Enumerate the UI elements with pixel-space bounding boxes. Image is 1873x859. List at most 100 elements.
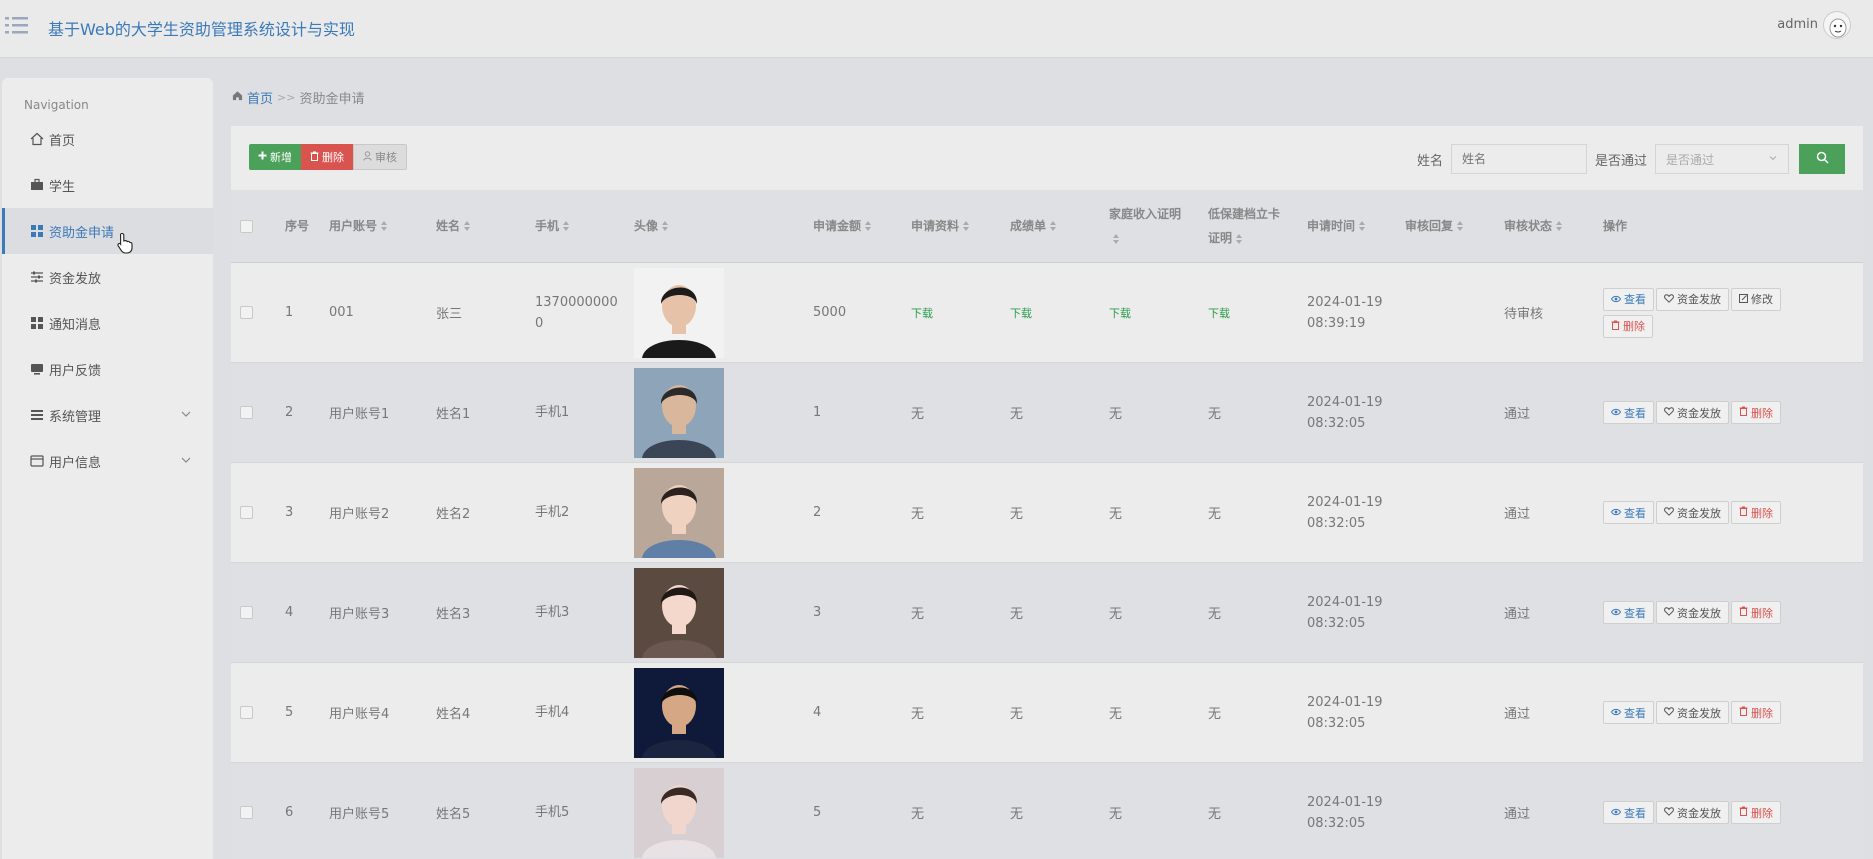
col-header-transcript[interactable]: 成绩单 (1010, 190, 1057, 262)
user-name[interactable]: admin (1777, 17, 1818, 32)
fund-distribute-button[interactable]: 资金发放 (1656, 501, 1729, 524)
row-checkbox-cell[interactable] (240, 563, 253, 662)
delete-button[interactable]: 删除 (301, 144, 353, 170)
select-all-checkbox[interactable] (240, 219, 253, 233)
cell-card[interactable]: 下载 (1208, 263, 1230, 362)
sidebar-item-user-info[interactable]: 用户信息 (2, 438, 213, 484)
sort-icon[interactable] (865, 221, 872, 231)
cell-phone: 手机1 (535, 405, 570, 420)
sort-icon[interactable] (1457, 221, 1464, 231)
avatar-photo[interactable] (634, 667, 724, 758)
sidebar-item-label: 学生 (49, 179, 76, 195)
col-header-amount[interactable]: 申请金额 (813, 190, 872, 262)
delete-row-button[interactable]: 删除 (1731, 401, 1781, 424)
sort-icon[interactable] (563, 221, 570, 231)
audit-button[interactable]: 审核 (353, 144, 407, 170)
sidebar-item-students[interactable]: 学生 (2, 162, 213, 208)
avatar-photo[interactable] (634, 767, 724, 858)
fund-distribute-button[interactable]: 资金发放 (1656, 801, 1729, 824)
view-button[interactable]: 查看 (1603, 601, 1654, 624)
user-avatar[interactable] (1823, 11, 1851, 39)
sort-icon[interactable] (1113, 233, 1120, 244)
view-button[interactable]: 查看 (1603, 801, 1654, 824)
cell-phone: 手机5 (535, 805, 570, 820)
sidebar-item-home[interactable]: 首页 (2, 116, 213, 162)
cell-transcript[interactable]: 下载 (1010, 263, 1032, 362)
col-header-status[interactable]: 审核状态 (1504, 190, 1563, 262)
cell-material[interactable]: 下载 (911, 263, 933, 362)
sidebar-item-label: 资金发放 (49, 271, 102, 287)
breadcrumb-home-link[interactable]: 首页 (247, 88, 273, 107)
cell-income[interactable]: 下载 (1109, 263, 1131, 362)
col-header-name[interactable]: 姓名 (436, 190, 471, 262)
view-button[interactable]: 查看 (1603, 701, 1654, 724)
avatar-photo[interactable] (634, 367, 724, 458)
delete-row-button[interactable]: 删除 (1731, 601, 1781, 624)
sidebar-item-label: 用户信息 (49, 455, 102, 471)
name-search-input[interactable] (1450, 144, 1587, 174)
view-button[interactable]: 查看 (1603, 401, 1654, 424)
breadcrumb: 首页 >> 资助金申请 (232, 88, 364, 107)
avatar-photo[interactable] (634, 467, 724, 558)
sort-icon[interactable] (464, 221, 471, 231)
view-button[interactable]: 查看 (1603, 287, 1654, 311)
delete-row-button[interactable]: 删除 (1731, 801, 1781, 824)
sidebar-item-fund-distribution[interactable]: 资金发放 (2, 254, 213, 300)
add-button[interactable]: 新增 (249, 144, 301, 170)
cell-time: 2024-01-19 08:32:05 (1307, 794, 1383, 831)
fund-distribute-button[interactable]: 资金发放 (1656, 601, 1729, 624)
avatar-photo[interactable] (634, 567, 724, 658)
col-header-phone[interactable]: 手机 (535, 190, 570, 262)
sort-icon[interactable] (1236, 233, 1243, 244)
col-header-income[interactable]: 家庭收入证明 (1109, 190, 1181, 262)
header-checkbox[interactable] (240, 190, 253, 262)
row-checkbox-cell[interactable] (240, 263, 253, 362)
row-checkbox[interactable] (240, 606, 253, 619)
delete-row-button[interactable]: 删除 (1731, 701, 1781, 724)
cell-transcript: 无 (1010, 507, 1024, 522)
row-checkbox[interactable] (240, 806, 253, 819)
chevron-down-icon[interactable] (179, 407, 193, 421)
user-icon (363, 150, 372, 164)
row-checkbox-cell[interactable] (240, 663, 253, 762)
sidebar-item-feedback[interactable]: 用户反馈 (2, 346, 213, 392)
sort-icon[interactable] (963, 221, 970, 231)
cell-card: 无 (1208, 707, 1222, 722)
sort-icon[interactable] (1556, 221, 1563, 231)
sidebar-item-system-management[interactable]: 系统管理 (2, 392, 213, 438)
col-header-account[interactable]: 用户账号 (329, 190, 388, 262)
col-header-card[interactable]: 低保建档立卡 证明 (1208, 190, 1280, 262)
row-checkbox-cell[interactable] (240, 463, 253, 562)
view-button[interactable]: 查看 (1603, 501, 1654, 524)
row-actions: 查看 资金发放 删除 (1603, 363, 1803, 462)
cell-card: 无 (1208, 407, 1222, 422)
sort-icon[interactable] (662, 221, 669, 231)
row-checkbox[interactable] (240, 406, 253, 419)
row-checkbox[interactable] (240, 706, 253, 719)
col-header-avatar[interactable]: 头像 (634, 190, 669, 262)
search-button[interactable] (1799, 144, 1845, 174)
sidebar-item-aid-application[interactable]: 资助金申请 (2, 208, 213, 254)
menu-toggle-icon[interactable] (5, 14, 29, 36)
row-checkbox-cell[interactable] (240, 363, 253, 462)
avatar-photo[interactable] (634, 267, 724, 358)
sort-icon[interactable] (1359, 221, 1366, 231)
delete-row-button[interactable]: 删除 (1603, 314, 1653, 338)
col-header-time[interactable]: 申请时间 (1307, 190, 1366, 262)
fund-distribute-button[interactable]: 资金发放 (1656, 701, 1729, 724)
row-checkbox[interactable] (240, 306, 253, 319)
heart-icon (1664, 293, 1674, 306)
fund-distribute-button[interactable]: 资金发放 (1656, 287, 1729, 311)
col-header-reply[interactable]: 审核回复 (1405, 190, 1464, 262)
fund-distribute-button[interactable]: 资金发放 (1656, 401, 1729, 424)
chevron-down-icon[interactable] (179, 453, 193, 467)
edit-button[interactable]: 修改 (1731, 287, 1781, 311)
delete-row-button[interactable]: 删除 (1731, 501, 1781, 524)
sort-icon[interactable] (381, 221, 388, 231)
row-checkbox-cell[interactable] (240, 763, 253, 859)
sort-icon[interactable] (1050, 221, 1057, 231)
col-header-material[interactable]: 申请资料 (911, 190, 970, 262)
row-checkbox[interactable] (240, 506, 253, 519)
pass-select[interactable]: 是否通过 (1655, 144, 1789, 174)
sidebar-item-notifications[interactable]: 通知消息 (2, 300, 213, 346)
